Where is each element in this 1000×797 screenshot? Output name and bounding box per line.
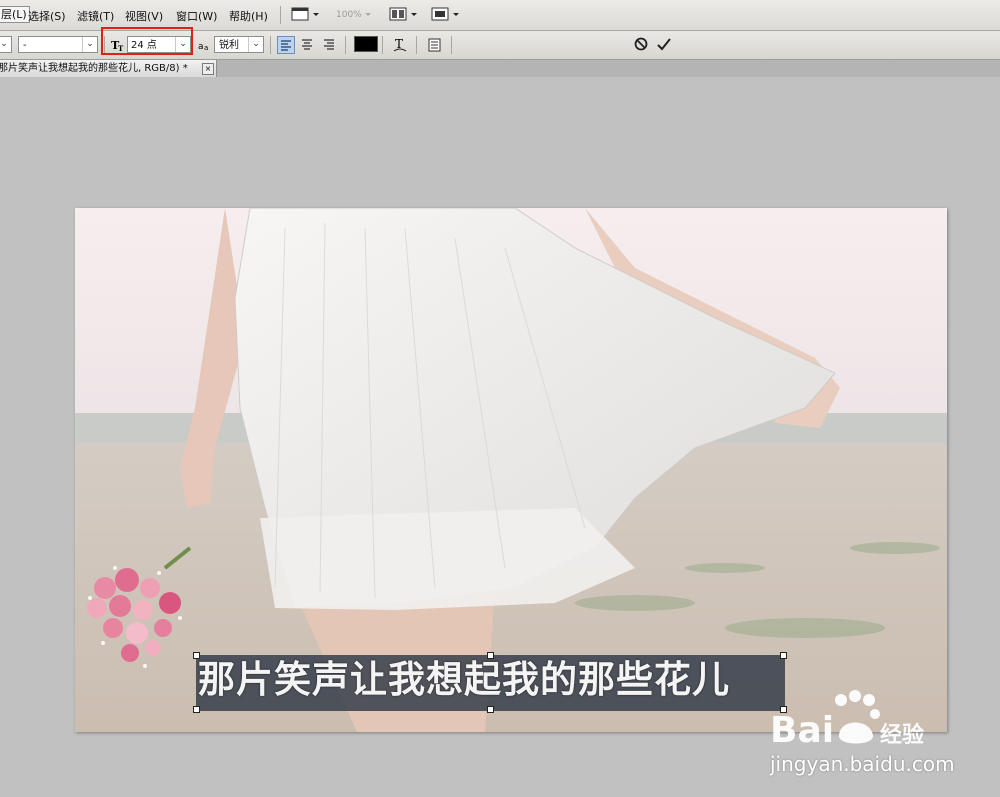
chevron-down-icon: ⌄ [248,37,263,52]
menu-help[interactable]: 帮助(H) [229,8,268,24]
extras-icon[interactable] [431,6,461,22]
document-tab-title: 那片笑声让我想起我的那些花儿, RGB/8) * [0,63,188,74]
transform-handle[interactable] [487,652,494,659]
antialias-icon: a a [198,42,208,52]
watermark-url: jingyan.baidu.com [770,752,955,776]
align-center-icon [302,39,312,50]
baidu-jingyan-watermark: Bai 经验 [770,690,950,755]
brand-label-text: 经验 [880,722,924,748]
brand-text: Bai [770,710,834,751]
align-center-button[interactable] [299,36,317,54]
svg-text:a: a [198,42,204,52]
screen-mode-icon[interactable] [291,6,321,22]
document-tab[interactable]: 那片笑声让我想起我的那些花儿, RGB/8) * × [0,60,217,77]
align-right-icon [324,39,334,50]
menu-separator [280,6,281,24]
text-color-swatch[interactable] [354,36,378,52]
transform-handle[interactable] [193,652,200,659]
document-tab-bar: 那片笑声让我想起我的那些花儿, RGB/8) * × [0,60,1000,77]
svg-text:a: a [204,44,208,52]
font-size-highlight [101,27,193,55]
transform-handle[interactable] [487,706,494,713]
transform-handle[interactable] [780,652,787,659]
cancel-icon[interactable] [633,36,649,52]
font-style-value: - [23,40,27,51]
options-separator [451,36,452,54]
zoom-level[interactable]: 100% [336,10,362,20]
commit-check-icon[interactable] [656,36,672,52]
transform-handle[interactable] [193,706,200,713]
font-style-select[interactable]: - ⌄ [18,36,98,53]
antialias-select[interactable]: 锐利 ⌄ [214,36,264,53]
options-separator [416,36,417,54]
options-separator [270,36,271,54]
menu-window[interactable]: 窗口(W) [176,8,217,24]
options-separator [382,36,383,54]
character-panel-icon[interactable] [427,37,443,53]
menu-layer[interactable]: 层(L) [0,6,30,23]
paw-icon [835,690,880,744]
align-left-icon [281,40,291,51]
chevron-down-icon: ⌄ [82,37,97,52]
antialias-value: 锐利 [219,40,239,51]
chevron-down-icon: ⌄ [0,39,8,49]
menu-filter[interactable]: 滤镜(T) [77,8,114,24]
align-right-button[interactable] [321,36,339,54]
arrange-documents-icon[interactable] [389,6,419,22]
caption-text-layer[interactable]: 那片笑声让我想起我的那些花儿 [198,652,787,708]
font-family-select[interactable]: ⌄ [0,36,12,53]
warp-text-icon[interactable]: T [392,36,408,52]
zoom-dropdown-icon[interactable] [364,6,374,22]
menu-view[interactable]: 视图(V) [125,8,163,24]
options-separator [345,36,346,54]
align-left-button[interactable] [277,36,295,54]
menu-select[interactable]: 选择(S) [28,8,66,24]
close-icon[interactable]: × [202,63,214,75]
baidu-logo: Bai 经验 [770,690,924,751]
